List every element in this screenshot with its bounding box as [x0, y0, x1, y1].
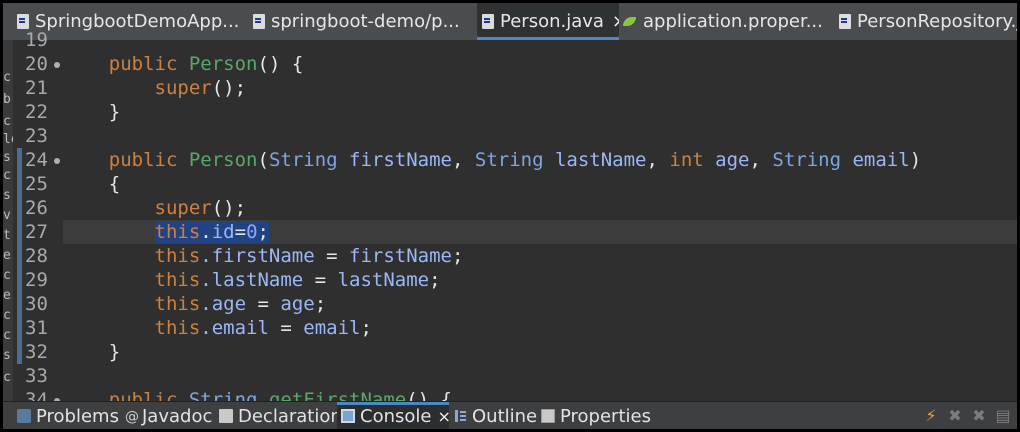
code-line-31[interactable]: this.email = email;	[63, 316, 1017, 340]
tab-javadoc[interactable]: @ Javadoc	[125, 402, 212, 429]
views-tab-bar: Problems @ Javadoc Declaration Console ×…	[3, 401, 1017, 429]
line-number: 19	[25, 29, 48, 51]
clear-console-icon[interactable]: ▤	[995, 408, 1011, 424]
tab-console[interactable]: Console ×	[337, 402, 451, 429]
panel-text: t	[3, 228, 11, 243]
panel-text: c	[3, 370, 11, 385]
selected-text[interactable]: this.id=0;	[154, 221, 269, 243]
outline-icon	[453, 409, 467, 423]
code-line-28[interactable]: this.firstName = firstName;	[63, 244, 1017, 268]
properties-icon	[541, 409, 555, 423]
tab-label: springboot-demo/p...	[271, 11, 460, 32]
code-line-30[interactable]: this.age = age;	[63, 292, 1017, 316]
tab-application-properties[interactable]: application.proper...	[623, 3, 823, 40]
tab-label: application.proper...	[643, 11, 823, 32]
panel-text: s	[3, 188, 11, 203]
tab-label: Problems	[36, 405, 119, 427]
tab-label: Outline	[472, 405, 538, 427]
tab-label: Console	[360, 405, 432, 427]
tab-label: Properties	[560, 405, 651, 427]
tab-label: Declaration	[238, 405, 342, 427]
panel-text: le	[3, 132, 13, 147]
remove-all-launches-icon[interactable]: ✖	[971, 408, 987, 424]
tab-person-repository[interactable]: PersonRepository.jav	[839, 3, 1017, 40]
editor-tab-bar: SpringbootDemoApp... springboot-demo/p..…	[3, 3, 1017, 40]
code-line-24[interactable]: public Person(String firstName, String l…	[63, 148, 1017, 172]
panel-text: s	[3, 150, 11, 165]
fold-marker-icon[interactable]	[54, 158, 60, 164]
change-ruler	[17, 148, 22, 364]
tab-label: Javadoc	[142, 405, 213, 427]
ide-window: SpringbootDemoApp... springboot-demo/p..…	[3, 3, 1017, 429]
tab-label: Person.java	[500, 11, 604, 32]
panel-text: c	[3, 168, 11, 183]
fold-marker-icon[interactable]	[54, 62, 60, 68]
code-line-25[interactable]: {	[63, 172, 1017, 196]
console-icon	[341, 409, 355, 423]
panel-text: b	[3, 92, 11, 107]
tab-declaration[interactable]: Declaration	[219, 402, 342, 429]
tab-problems[interactable]: Problems	[17, 402, 119, 429]
tab-pom-xml[interactable]: springboot-demo/p...	[253, 3, 473, 40]
java-file-icon	[482, 14, 494, 29]
panel-text: e	[3, 248, 11, 263]
java-file-icon	[17, 14, 29, 29]
remove-launch-icon[interactable]: ✖	[947, 408, 963, 424]
tab-label: PersonRepository.jav	[857, 11, 1017, 32]
code-line-21[interactable]: super();	[63, 76, 1017, 100]
java-file-icon	[839, 14, 851, 29]
code-editor[interactable]: c b c le s c s v t e c e c c s c 19 20 2…	[3, 29, 1017, 411]
spring-leaf-icon	[623, 15, 637, 29]
code-line-26[interactable]: super();	[63, 196, 1017, 220]
tab-outline[interactable]: Outline	[453, 402, 537, 429]
line-number: 23	[25, 125, 48, 147]
panel-text: c	[3, 70, 11, 85]
console-toolbar: ⚡ ✖ ✖ ▤	[923, 402, 1011, 429]
code-line-29[interactable]: this.lastName = lastName;	[63, 268, 1017, 292]
xml-file-icon	[253, 14, 265, 29]
code-line-32[interactable]: }	[63, 340, 1017, 364]
line-number: 33	[25, 365, 48, 387]
terminate-icon[interactable]: ⚡	[923, 408, 939, 424]
panel-text: v	[3, 208, 11, 223]
panel-text: e	[3, 288, 11, 303]
javadoc-icon: @	[125, 409, 139, 425]
left-panel-edge: c b c le s c s v t e c e c c s c	[3, 40, 13, 401]
declaration-icon	[219, 409, 233, 423]
panel-text: c	[3, 114, 11, 129]
tab-person-java[interactable]: Person.java ×	[477, 3, 619, 40]
close-icon[interactable]: ×	[612, 11, 619, 32]
panel-text: c	[3, 328, 11, 343]
problems-icon	[17, 409, 31, 423]
tab-properties[interactable]: Properties	[541, 402, 651, 429]
code-line-22[interactable]: }	[63, 100, 1017, 124]
code-line-27[interactable]: this.id=0;	[63, 220, 1017, 244]
panel-text: c	[3, 308, 11, 323]
code-line-20[interactable]: public Person() {	[63, 52, 1017, 76]
panel-text: s	[3, 348, 11, 363]
panel-text: c	[3, 268, 11, 283]
close-icon[interactable]: ×	[437, 407, 450, 426]
